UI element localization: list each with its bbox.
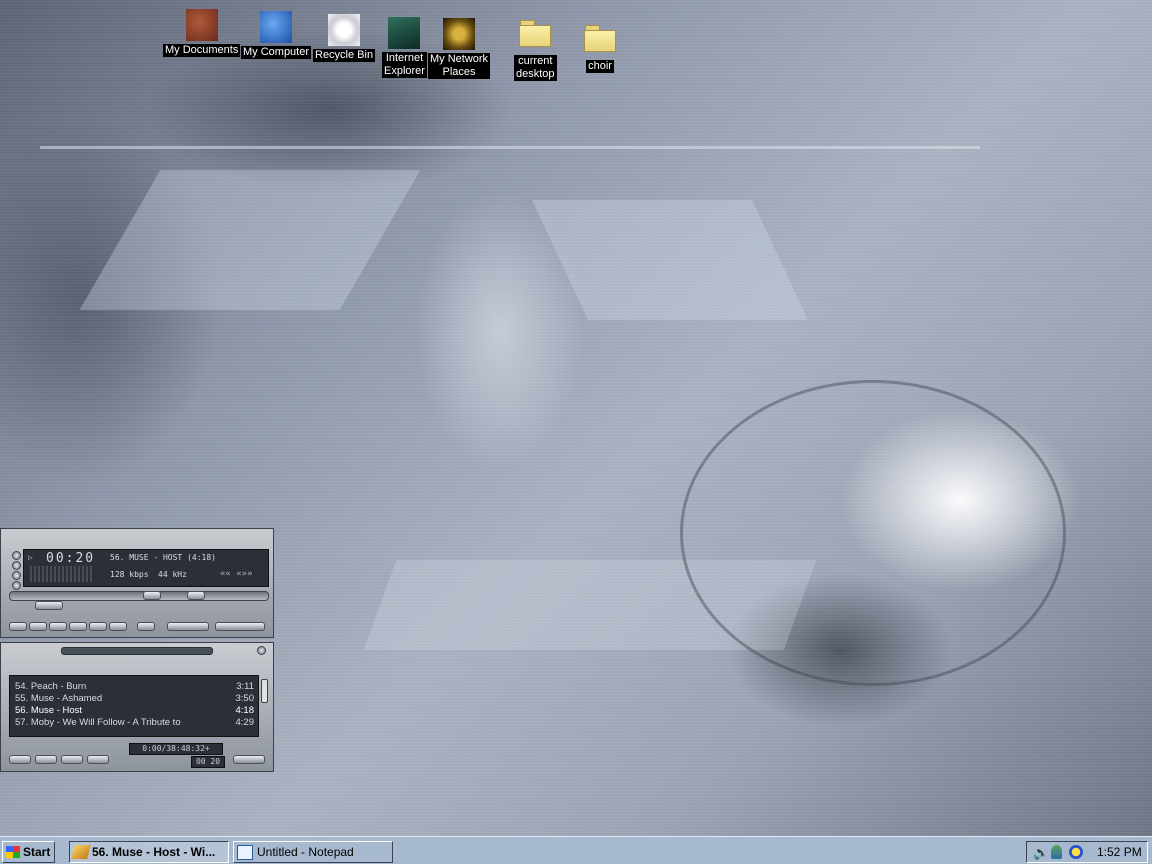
desktop-icon-label: My Documents <box>163 44 241 57</box>
winamp-display: ▷ 00:20 56. MUSE - HOST (4:18) 128 kbps … <box>23 549 269 587</box>
balance-arrows-icon: «« «»» <box>220 569 253 579</box>
internet-explorer-icon <box>388 17 421 49</box>
messenger-icon[interactable] <box>1069 845 1083 859</box>
playlist-item-current[interactable]: 56. Muse - Host 4:18 <box>15 705 254 717</box>
desktop-icon-network-places[interactable]: My Network Places <box>428 18 491 79</box>
winamp-song-title: 56. MUSE - HOST (4:18) <box>110 553 216 562</box>
desktop-icon-current-desktop[interactable]: current desktop <box>514 14 557 81</box>
volume-slider[interactable] <box>35 601 63 610</box>
shuffle-button[interactable] <box>137 622 155 631</box>
visualizer <box>30 566 94 582</box>
playlist-add-button[interactable] <box>9 755 31 764</box>
windows-logo-icon <box>6 846 20 858</box>
winamp-side-button[interactable] <box>12 561 21 570</box>
folder-icon <box>584 25 616 57</box>
playlist-item-title: 56. Muse - Host <box>15 705 83 716</box>
winamp-side-button[interactable] <box>12 571 21 580</box>
desktop-icon-label: Internet Explorer <box>382 52 427 78</box>
winamp-bitrate: 128 kbps <box>110 570 149 579</box>
playlist-item-duration: 4:29 <box>235 717 255 728</box>
desktop-icon-internet-explorer[interactable]: Internet Explorer <box>382 17 427 78</box>
folder-icon <box>519 20 552 52</box>
playlist-item-title: 55. Muse - Ashamed <box>15 693 103 704</box>
balance-handle[interactable] <box>187 591 205 600</box>
playlist-item-duration: 3:50 <box>235 693 255 704</box>
playlist-titlebar[interactable] <box>61 647 213 655</box>
winamp-side-button[interactable] <box>12 551 21 560</box>
seek-bar[interactable] <box>9 591 269 601</box>
playlist-total-time: 0:00/38:48:32+ <box>129 743 223 755</box>
next-button[interactable] <box>89 622 107 631</box>
taskbar-task-winamp[interactable]: 56. Muse - Host - Wi... <box>69 841 229 863</box>
playlist: 54. Peach - Burn 3:11 55. Muse - Ashamed… <box>9 675 259 737</box>
winamp-side-button[interactable] <box>12 581 21 590</box>
close-icon[interactable] <box>257 646 266 655</box>
pause-button[interactable] <box>49 622 67 631</box>
play-button[interactable] <box>29 622 47 631</box>
desktop-icon-label: choir <box>586 60 614 73</box>
taskbar-task-label: 56. Muse - Host - Wi... <box>92 845 216 859</box>
my-documents-icon <box>185 9 218 41</box>
taskbar-task-notepad[interactable]: Untitled - Notepad <box>233 841 393 863</box>
playlist-remove-button[interactable] <box>35 755 57 764</box>
playlist-item-title: 57. Moby - We Will Follow - A Tribute to <box>15 717 181 728</box>
notepad-icon <box>237 844 253 860</box>
playlist-select-button[interactable] <box>61 755 83 764</box>
playlist-item-duration: 4:18 <box>235 705 255 716</box>
playlist-misc-button[interactable] <box>87 755 109 764</box>
network-user-icon[interactable] <box>1051 845 1062 859</box>
winamp-playlist-window[interactable]: 54. Peach - Burn 3:11 55. Muse - Ashamed… <box>0 642 274 772</box>
play-indicator-icon: ▷ <box>28 553 33 562</box>
playlist-item[interactable]: 54. Peach - Burn 3:11 <box>15 681 254 693</box>
repeat-button[interactable] <box>167 622 209 631</box>
volume-icon[interactable]: 🔈 <box>1033 845 1049 861</box>
eq-toggle-button[interactable] <box>215 622 265 631</box>
desktop-icon-my-computer[interactable]: My Computer <box>241 11 312 59</box>
start-button[interactable]: Start <box>2 841 55 863</box>
playlist-item[interactable]: 57. Moby - We Will Follow - A Tribute to… <box>15 717 254 729</box>
stop-button[interactable] <box>69 622 87 631</box>
playlist-item-title: 54. Peach - Burn <box>15 681 87 692</box>
eject-button[interactable] <box>109 622 127 631</box>
my-computer-icon <box>260 11 293 43</box>
desktop-icon-label: current desktop <box>514 55 557 81</box>
network-places-icon <box>443 18 476 50</box>
desktop-icon-choir[interactable]: choir <box>584 19 616 73</box>
playlist-item[interactable]: 55. Muse - Ashamed 3:50 <box>15 693 254 705</box>
start-label: Start <box>23 845 51 859</box>
playlist-scrollbar[interactable] <box>261 679 268 703</box>
desktop-icon-recycle-bin[interactable]: Recycle Bin <box>313 14 376 62</box>
recycle-bin-icon <box>328 14 361 46</box>
winamp-icon <box>71 845 91 859</box>
system-tray: 🔈 1:52 PM <box>1026 841 1148 863</box>
winamp-main-window[interactable]: ▷ 00:20 56. MUSE - HOST (4:18) 128 kbps … <box>0 528 274 638</box>
winamp-samplerate: 44 kHz <box>158 570 187 579</box>
desktop-icon-label: My Network Places <box>428 53 491 79</box>
playlist-item-duration: 3:11 <box>236 681 254 692</box>
clock[interactable]: 1:52 PM <box>1097 845 1142 859</box>
seek-handle[interactable] <box>143 591 161 600</box>
desktop-icon-label: Recycle Bin <box>313 49 376 62</box>
desktop-icon-label: My Computer <box>241 46 312 59</box>
playlist-mini-time: 00 20 <box>191 756 225 768</box>
winamp-time-display: 00:20 <box>46 551 96 566</box>
desktop-icon-my-documents[interactable]: My Documents <box>163 9 241 57</box>
previous-button[interactable] <box>9 622 27 631</box>
playlist-list-button[interactable] <box>233 755 265 764</box>
taskbar-task-label: Untitled - Notepad <box>257 845 354 859</box>
taskbar: Start 56. Muse - Host - Wi... Untitled -… <box>0 836 1152 864</box>
